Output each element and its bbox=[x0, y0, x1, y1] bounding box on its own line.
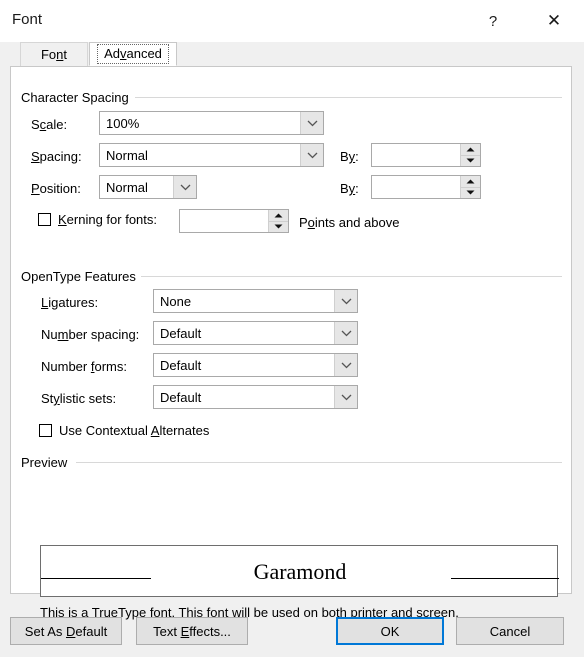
preview-rule-right bbox=[451, 578, 559, 579]
chevron-down-icon[interactable] bbox=[334, 354, 357, 376]
ligatures-value: None bbox=[160, 293, 192, 309]
kerning-label: Kerning for fonts: bbox=[58, 212, 157, 227]
spacing-value: Normal bbox=[106, 147, 148, 163]
cancel-button[interactable]: Cancel bbox=[456, 617, 564, 645]
scale-combobox[interactable]: 100% bbox=[99, 111, 324, 135]
spin-down-icon[interactable] bbox=[461, 187, 480, 198]
spin-up-icon[interactable] bbox=[269, 210, 288, 222]
kerning-size-spinner[interactable] bbox=[179, 209, 289, 233]
stylistic-sets-combobox[interactable]: Default bbox=[153, 385, 358, 409]
preview-rule-left bbox=[41, 578, 151, 579]
spin-up-icon[interactable] bbox=[461, 176, 480, 188]
chevron-down-icon[interactable] bbox=[300, 112, 323, 134]
preview-group-label: Preview bbox=[21, 455, 74, 470]
position-by-spin-buttons bbox=[460, 176, 480, 198]
spacing-label: Spacing: bbox=[31, 149, 82, 164]
advanced-tab-panel: Character Spacing Scale: 100% Spacing: N… bbox=[10, 66, 572, 620]
chevron-down-icon[interactable] bbox=[173, 176, 196, 198]
spin-down-icon[interactable] bbox=[461, 155, 480, 166]
cancel-label: Cancel bbox=[489, 623, 531, 639]
spacing-by-label: By: bbox=[340, 149, 359, 164]
preview-sample-text: Garamond bbox=[253, 559, 347, 584]
contextual-alternates-label: Use Contextual Alternates bbox=[59, 423, 210, 438]
help-button[interactable]: ? bbox=[470, 0, 516, 42]
opentype-group-line bbox=[141, 276, 562, 277]
title-bar: Font ? ✕ bbox=[0, 0, 584, 42]
position-value: Normal bbox=[106, 179, 148, 195]
tab-advanced-label: Advanced bbox=[97, 44, 169, 64]
spin-up-icon[interactable] bbox=[461, 144, 480, 156]
set-as-default-button[interactable]: Set As Default bbox=[10, 617, 122, 645]
ok-button[interactable]: OK bbox=[336, 617, 444, 645]
number-forms-label: Number forms: bbox=[41, 359, 127, 374]
spacing-by-spin-buttons bbox=[460, 144, 480, 166]
position-combobox[interactable]: Normal bbox=[99, 175, 197, 199]
position-label: Position: bbox=[31, 181, 81, 196]
scale-value: 100% bbox=[106, 115, 140, 131]
tab-font[interactable]: Font bbox=[20, 42, 88, 66]
spacing-combobox[interactable]: Normal bbox=[99, 143, 324, 167]
character-spacing-group-line bbox=[135, 97, 562, 98]
kerning-suffix-label: Points and above bbox=[299, 215, 400, 230]
number-forms-value: Default bbox=[160, 357, 202, 373]
close-icon: ✕ bbox=[546, 11, 562, 30]
tab-strip: Font Advanced bbox=[0, 42, 584, 66]
contextual-alternates-checkbox[interactable] bbox=[39, 424, 52, 437]
opentype-group-label: OpenType Features bbox=[21, 269, 142, 284]
question-mark-icon: ? bbox=[488, 12, 498, 30]
tab-font-label: Font bbox=[40, 47, 68, 62]
set-as-default-label: Set As Default bbox=[24, 623, 108, 639]
preview-group-line bbox=[76, 462, 562, 463]
chevron-down-icon[interactable] bbox=[334, 322, 357, 344]
text-effects-button[interactable]: Text Effects... bbox=[136, 617, 248, 645]
kerning-checkbox[interactable] bbox=[38, 213, 51, 226]
chevron-down-icon[interactable] bbox=[334, 386, 357, 408]
ligatures-combobox[interactable]: None bbox=[153, 289, 358, 313]
contextual-alternates-row[interactable]: Use Contextual Alternates bbox=[39, 423, 209, 438]
position-by-spinner[interactable] bbox=[371, 175, 481, 199]
number-spacing-value: Default bbox=[160, 325, 202, 341]
stylistic-sets-value: Default bbox=[160, 389, 202, 405]
tab-advanced[interactable]: Advanced bbox=[89, 42, 177, 66]
ok-label: OK bbox=[380, 623, 400, 639]
number-spacing-combobox[interactable]: Default bbox=[153, 321, 358, 345]
stylistic-sets-label: Stylistic sets: bbox=[41, 391, 117, 406]
kerning-checkbox-row[interactable]: Kerning for fonts: bbox=[38, 212, 157, 227]
chevron-down-icon[interactable] bbox=[334, 290, 357, 312]
kerning-size-value[interactable] bbox=[180, 210, 268, 232]
position-by-value[interactable] bbox=[372, 176, 460, 198]
scale-label: Scale: bbox=[31, 117, 68, 132]
number-forms-combobox[interactable]: Default bbox=[153, 353, 358, 377]
spacing-by-value[interactable] bbox=[372, 144, 460, 166]
number-spacing-label: Number spacing: bbox=[41, 327, 140, 342]
character-spacing-group-label: Character Spacing bbox=[21, 90, 135, 105]
spin-down-icon[interactable] bbox=[269, 221, 288, 232]
kerning-spin-buttons bbox=[268, 210, 288, 232]
text-effects-label: Text Effects... bbox=[153, 623, 231, 639]
preview-box: Garamond bbox=[40, 545, 559, 597]
chevron-down-icon[interactable] bbox=[300, 144, 323, 166]
dialog-title: Font bbox=[12, 11, 43, 28]
position-by-label: By: bbox=[340, 181, 359, 196]
spacing-by-spinner[interactable] bbox=[371, 143, 481, 167]
close-button[interactable]: ✕ bbox=[531, 0, 577, 42]
ligatures-label: Ligatures: bbox=[41, 295, 99, 310]
